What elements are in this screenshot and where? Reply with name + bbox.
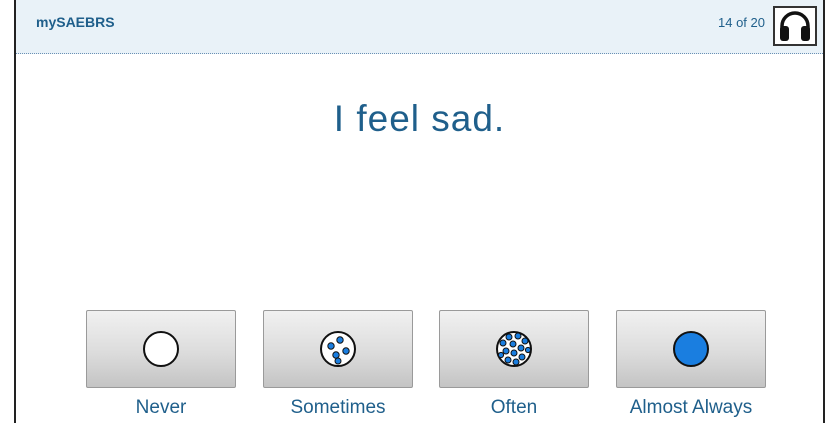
answer-almost-always-label: Almost Always [629, 397, 753, 418]
header-bar: mySAEBRS 14 of 20 [16, 0, 823, 54]
answer-often-label: Often [490, 397, 538, 418]
answer-sometimes-button[interactable] [263, 310, 413, 388]
few-dots-circle-icon [320, 331, 356, 367]
answer-sometimes-label: Sometimes [290, 397, 386, 418]
answer-never-label: Never [135, 397, 187, 418]
audio-button[interactable] [773, 6, 817, 46]
headphones-icon [780, 11, 810, 41]
many-dots-circle-icon [496, 331, 532, 367]
question-progress: 14 of 20 [718, 15, 765, 30]
answer-often-button[interactable] [439, 310, 589, 388]
answer-almost-always-button[interactable] [616, 310, 766, 388]
empty-circle-icon [143, 331, 179, 367]
app-title: mySAEBRS [36, 14, 115, 30]
answer-never-button[interactable] [86, 310, 236, 388]
app-frame: mySAEBRS 14 of 20 I feel sad. Never Some… [14, 0, 825, 423]
filled-circle-icon [673, 331, 709, 367]
question-text: I feel sad. [333, 98, 506, 139]
